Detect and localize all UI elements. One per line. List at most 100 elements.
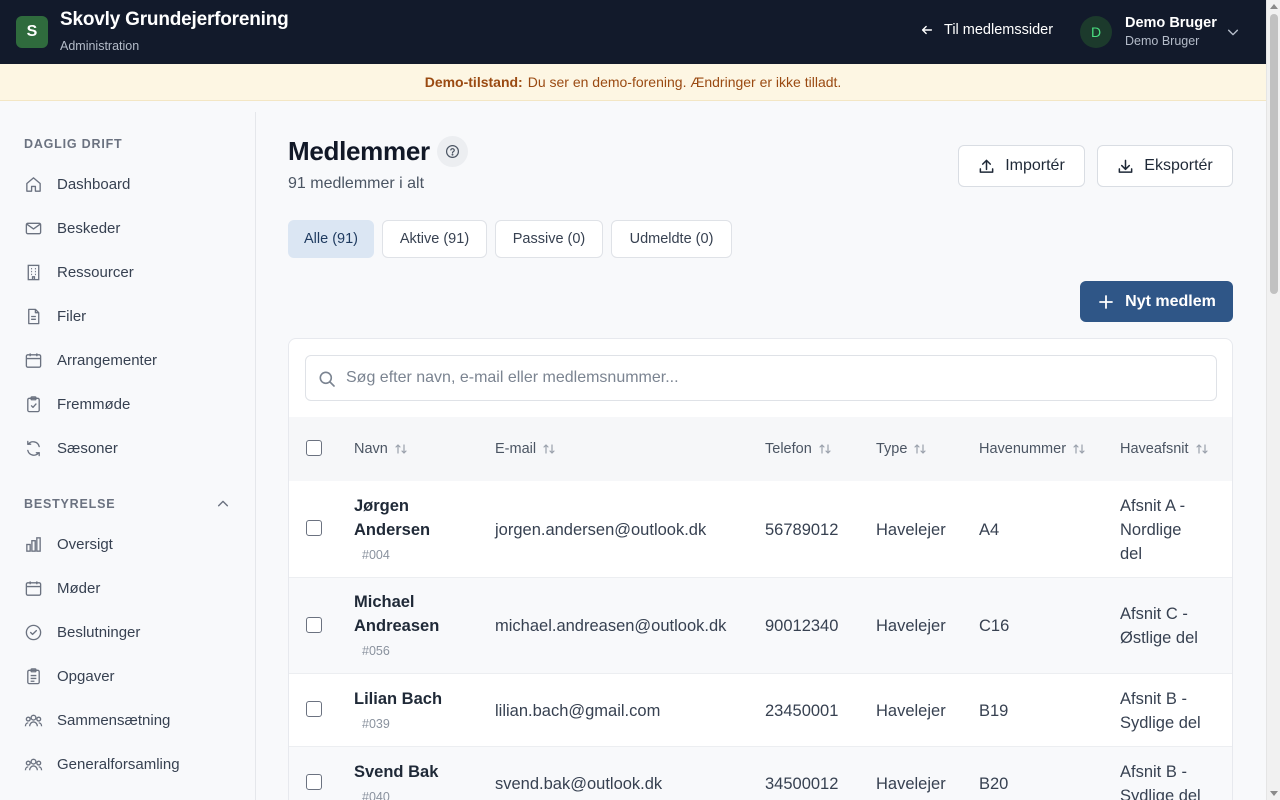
plus-icon xyxy=(1099,294,1114,309)
demo-banner-label: Demo-tilstand: xyxy=(424,74,523,90)
sidebar-item-label: Sammensætning xyxy=(57,711,171,729)
member-number: #039 xyxy=(362,717,390,731)
sort-icon xyxy=(395,444,407,454)
sidebar-item-saesoner[interactable]: Sæsoner xyxy=(24,434,234,462)
select-all-checkbox[interactable] xyxy=(306,440,322,456)
sidebar-item-label: Møder xyxy=(57,579,101,597)
table-row[interactable]: Jørgen Andersen #004 jorgen.andersen@out… xyxy=(289,481,1232,578)
clipboard-icon xyxy=(27,667,40,684)
tab-passive[interactable]: Passive (0) xyxy=(495,220,603,258)
member-garden-section: del xyxy=(1120,545,1143,563)
demo-banner: Demo-tilstand: Du ser en demo-forening. … xyxy=(0,64,1266,101)
member-garden-number: B19 xyxy=(979,702,1009,720)
calendar-icon xyxy=(25,580,42,596)
member-name-first[interactable]: Michael xyxy=(354,590,415,614)
member-garden-section: Afsnit A - xyxy=(1120,497,1186,515)
tab-resigned[interactable]: Udmeldte (0) xyxy=(611,220,732,258)
member-email: michael.andreasen@outlook.dk xyxy=(495,617,727,635)
sidebar-item-dashboard[interactable]: Dashboard xyxy=(24,170,234,198)
scroll-down-arrow[interactable] xyxy=(1270,791,1278,796)
sidebar-item-label: Filer xyxy=(57,307,87,325)
sort-icon xyxy=(914,444,927,454)
sidebar-item-label: Dashboard xyxy=(57,175,131,193)
row-checkbox[interactable] xyxy=(306,774,322,790)
sort-icon xyxy=(1073,444,1085,454)
member-name-first[interactable]: Jørgen xyxy=(354,494,409,518)
arrow-left-icon xyxy=(921,25,933,35)
sidebar-item-ressourcer[interactable]: Ressourcer xyxy=(24,258,234,286)
column-header-garden-section[interactable]: Haveafsnit xyxy=(1120,441,1209,457)
sidebar-item-beslutninger[interactable]: Beslutninger xyxy=(24,618,234,646)
table-row[interactable]: Svend Bak #040 svend.bak@outlook.dk 3450… xyxy=(289,747,1232,800)
sidebar-item-label: Oversigt xyxy=(57,535,113,553)
tab-active[interactable]: Aktive (91) xyxy=(382,220,487,258)
table-row[interactable]: Michael Andreasen #056 michael.andreasen… xyxy=(289,578,1232,674)
member-garden-section: Sydlige del xyxy=(1120,714,1201,732)
column-label: Havenummer xyxy=(979,441,1067,457)
help-button[interactable] xyxy=(437,136,468,167)
sidebar-item-fremmode[interactable]: Fremmøde xyxy=(24,390,234,418)
row-checkbox[interactable] xyxy=(306,520,322,536)
user-name[interactable]: Demo Bruger xyxy=(1125,15,1217,31)
sidebar-item-moder[interactable]: Møder xyxy=(24,574,234,602)
sidebar-item-arrangementer[interactable]: Arrangementer xyxy=(24,346,234,374)
export-button[interactable]: Eksportér xyxy=(1097,145,1233,187)
import-button[interactable]: Importér xyxy=(958,145,1085,187)
sidebar-section-daily: DAGLIG DRIFT xyxy=(24,137,123,151)
column-header-type[interactable]: Type xyxy=(876,441,927,457)
download-icon xyxy=(1118,159,1133,173)
member-name-last[interactable]: Andersen xyxy=(354,518,430,542)
back-to-member-pages-link[interactable]: Til medlemssider xyxy=(920,22,1053,38)
column-header-phone[interactable]: Telefon xyxy=(765,441,832,457)
chevron-down-icon[interactable] xyxy=(1226,25,1240,39)
org-logo[interactable]: S xyxy=(16,16,48,48)
sort-icon xyxy=(819,444,831,454)
sidebar-item-generalforsamling[interactable]: Generalforsamling xyxy=(24,750,234,778)
column-header-email[interactable]: E-mail xyxy=(495,441,556,457)
new-member-button[interactable]: Nyt medlem xyxy=(1080,281,1233,322)
building-icon xyxy=(27,264,40,280)
new-member-label: Nyt medlem xyxy=(1125,292,1216,310)
search-box[interactable] xyxy=(305,355,1217,401)
scroll-thumb[interactable] xyxy=(1270,14,1278,294)
clipboard-check-icon xyxy=(27,395,40,412)
member-name-last[interactable]: Andreasen xyxy=(354,614,439,638)
column-header-garden-number[interactable]: Havenummer xyxy=(979,441,1086,457)
member-name[interactable]: Svend Bak xyxy=(354,760,438,784)
tab-all[interactable]: Alle (91) xyxy=(288,220,374,258)
member-type: Havelejer xyxy=(876,521,946,539)
member-garden-section: Østlige del xyxy=(1120,629,1198,647)
chevron-up-icon[interactable] xyxy=(216,497,230,511)
export-label: Eksportér xyxy=(1144,157,1213,174)
file-icon xyxy=(28,308,40,324)
table-header: Navn E-mail Telefon Type Havenummer Have… xyxy=(289,417,1232,481)
page-title: Medlemmer xyxy=(288,136,430,166)
member-garden-number: C16 xyxy=(979,617,1010,635)
member-garden-section: Sydlige del xyxy=(1120,787,1201,800)
mail-icon xyxy=(25,222,42,234)
org-name: Skovly Grundejerforening xyxy=(60,9,289,30)
member-email: svend.bak@outlook.dk xyxy=(495,775,663,793)
row-checkbox[interactable] xyxy=(306,617,322,633)
import-label: Importér xyxy=(1005,157,1065,174)
row-checkbox[interactable] xyxy=(306,701,322,717)
page-scrollbar[interactable] xyxy=(1266,0,1280,800)
member-phone: 23450001 xyxy=(765,702,839,720)
member-garden-section: Nordlige xyxy=(1120,521,1182,539)
column-label: Telefon xyxy=(765,441,812,457)
member-email: jorgen.andersen@outlook.dk xyxy=(495,521,707,539)
sidebar-item-beskeder[interactable]: Beskeder xyxy=(24,214,234,242)
sidebar-item-opgaver[interactable]: Opgaver xyxy=(24,662,234,690)
column-header-name[interactable]: Navn xyxy=(354,441,408,457)
table-row[interactable]: Lilian Bach #039 lilian.bach@gmail.com 2… xyxy=(289,674,1232,747)
search-input[interactable] xyxy=(346,356,1206,400)
scroll-up-arrow[interactable] xyxy=(1270,4,1278,9)
sidebar-item-oversigt[interactable]: Oversigt xyxy=(24,530,234,558)
back-link-label: Til medlemssider xyxy=(944,22,1054,38)
member-name[interactable]: Lilian Bach xyxy=(354,687,442,711)
member-type: Havelejer xyxy=(876,775,946,793)
member-phone: 34500012 xyxy=(765,775,839,793)
sidebar-item-sammensaetning[interactable]: Sammensætning xyxy=(24,706,234,734)
sidebar-item-filer[interactable]: Filer xyxy=(24,302,234,330)
avatar[interactable]: D xyxy=(1080,16,1112,48)
